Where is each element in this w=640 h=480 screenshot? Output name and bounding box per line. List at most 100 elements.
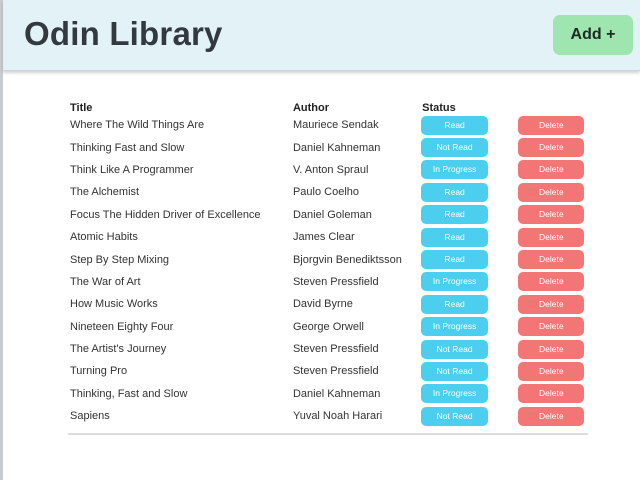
page-title: Odin Library <box>24 15 223 52</box>
book-author: Steven Pressfield <box>292 365 379 378</box>
status-cell: Not Read <box>420 360 516 382</box>
action-cell: Delete <box>516 159 588 181</box>
table-row: Thinking, Fast and Slow Daniel Kahneman In… <box>68 383 588 405</box>
status-cell: Not Read <box>420 338 516 360</box>
table-header: Title Author Status <box>68 96 588 114</box>
table-row: Turning Pro Steven Pressfield Not Read Dele… <box>68 360 588 382</box>
table-row: The Artist's Journey Steven Pressfield Not… <box>68 338 588 360</box>
status-toggle-button[interactable]: Read <box>421 250 489 270</box>
book-author: Paulo Coelho <box>292 186 360 199</box>
book-author: Daniel Kahneman <box>292 141 381 154</box>
status-toggle-button[interactable]: Not Read <box>421 339 489 359</box>
status-toggle-button[interactable]: In Progress <box>421 272 489 292</box>
table-row: Where The Wild Things Are Mauriece Sendak… <box>68 114 588 136</box>
action-cell: Delete <box>516 271 588 293</box>
delete-button[interactable]: Delete <box>518 317 585 337</box>
book-author: Yuval Noah Harari <box>292 410 383 423</box>
book-title: Atomic Habits <box>70 231 138 244</box>
status-cell: Read <box>420 114 516 136</box>
table-row: Nineteen Eighty Four George Orwell In Prog… <box>68 316 588 338</box>
status-cell: In Progress <box>420 383 516 405</box>
book-author: George Orwell <box>292 320 364 333</box>
book-title: Sapiens <box>70 410 110 423</box>
book-title: Thinking Fast and Slow <box>70 141 185 154</box>
action-cell: Delete <box>516 248 588 270</box>
book-title: Nineteen Eighty Four <box>70 320 174 333</box>
book-author: James Clear <box>292 231 355 244</box>
table-row: How Music Works David Byrne Read Delete <box>68 293 588 315</box>
table-row: Sapiens Yuval Noah Harari Not Read Delete <box>68 405 588 427</box>
status-toggle-button[interactable]: Read <box>421 115 489 135</box>
action-cell: Delete <box>516 338 588 360</box>
book-author: Steven Pressfield <box>292 343 379 356</box>
delete-button[interactable]: Delete <box>518 339 585 359</box>
action-cell: Delete <box>516 316 588 338</box>
book-title: Step By Step Mixing <box>70 253 170 266</box>
book-author: Daniel Goleman <box>292 208 372 221</box>
action-cell: Delete <box>516 360 588 382</box>
delete-button[interactable]: Delete <box>518 205 585 225</box>
table-row: Think Like A Programmer V. Anton Spraul In… <box>68 159 588 181</box>
action-cell: Delete <box>516 405 588 427</box>
book-title: Where The Wild Things Are <box>70 119 205 132</box>
delete-button[interactable]: Delete <box>518 406 585 426</box>
delete-button[interactable]: Delete <box>518 115 585 135</box>
status-cell: In Progress <box>420 271 516 293</box>
column-header-title: Title <box>70 102 93 114</box>
table-row: Thinking Fast and Slow Daniel Kahneman Not… <box>68 136 588 158</box>
status-cell: Not Read <box>420 136 516 158</box>
book-title: Think Like A Programmer <box>70 163 194 176</box>
status-toggle-button[interactable]: Not Read <box>421 361 489 381</box>
delete-button[interactable]: Delete <box>518 294 585 314</box>
status-cell: Read <box>420 226 516 248</box>
status-toggle-button[interactable]: Read <box>421 294 489 314</box>
book-author: Daniel Kahneman <box>292 387 381 400</box>
app-header: Odin Library Add + <box>3 0 640 71</box>
status-toggle-button[interactable]: In Progress <box>421 160 489 180</box>
column-header-action <box>516 96 588 114</box>
book-author: Bjorgvin Benediktsson <box>292 253 402 266</box>
status-toggle-button[interactable]: Read <box>421 182 489 202</box>
book-author: David Byrne <box>292 298 353 311</box>
book-author: Steven Pressfield <box>292 275 379 288</box>
status-cell: In Progress <box>420 316 516 338</box>
status-cell: Read <box>420 248 516 270</box>
status-toggle-button[interactable]: In Progress <box>421 384 489 404</box>
status-toggle-button[interactable]: In Progress <box>421 317 489 337</box>
table-bottom-divider <box>68 433 588 435</box>
delete-button[interactable]: Delete <box>518 160 585 180</box>
status-cell: Read <box>420 181 516 203</box>
delete-button[interactable]: Delete <box>518 250 585 270</box>
action-cell: Delete <box>516 383 588 405</box>
table-row: Atomic Habits James Clear Read Delete <box>68 226 588 248</box>
action-cell: Delete <box>516 204 588 226</box>
status-cell: In Progress <box>420 159 516 181</box>
status-cell: Read <box>420 293 516 315</box>
delete-button[interactable]: Delete <box>518 227 585 247</box>
action-cell: Delete <box>516 114 588 136</box>
book-title: The Artist's Journey <box>70 343 167 356</box>
delete-button[interactable]: Delete <box>518 182 585 202</box>
book-title: Turning Pro <box>70 365 128 378</box>
book-table: Title Author Status Where The Wild Thing… <box>68 96 588 427</box>
status-toggle-button[interactable]: Not Read <box>421 406 489 426</box>
status-toggle-button[interactable]: Not Read <box>421 138 489 158</box>
table-body: Where The Wild Things Are Mauriece Sendak… <box>68 114 588 427</box>
book-author: V. Anton Spraul <box>292 163 369 176</box>
status-cell: Not Read <box>420 405 516 427</box>
delete-button[interactable]: Delete <box>518 138 585 158</box>
status-toggle-button[interactable]: Read <box>421 227 489 247</box>
status-toggle-button[interactable]: Read <box>421 205 489 225</box>
table-row: Focus The Hidden Driver of Excellence Dan… <box>68 204 588 226</box>
table-row: Step By Step Mixing Bjorgvin Benediktsson… <box>68 248 588 270</box>
book-title: The Alchemist <box>70 186 140 199</box>
add-book-button[interactable]: Add + <box>553 15 633 55</box>
book-title: Focus The Hidden Driver of Excellence <box>70 208 261 221</box>
table-row: The Alchemist Paulo Coelho Read Delete <box>68 181 588 203</box>
delete-button[interactable]: Delete <box>518 384 585 404</box>
delete-button[interactable]: Delete <box>518 272 585 292</box>
book-title: The War of Art <box>70 275 141 288</box>
delete-button[interactable]: Delete <box>518 361 585 381</box>
table-header-row: Title Author Status <box>68 96 588 114</box>
book-title: Thinking, Fast and Slow <box>70 387 188 400</box>
